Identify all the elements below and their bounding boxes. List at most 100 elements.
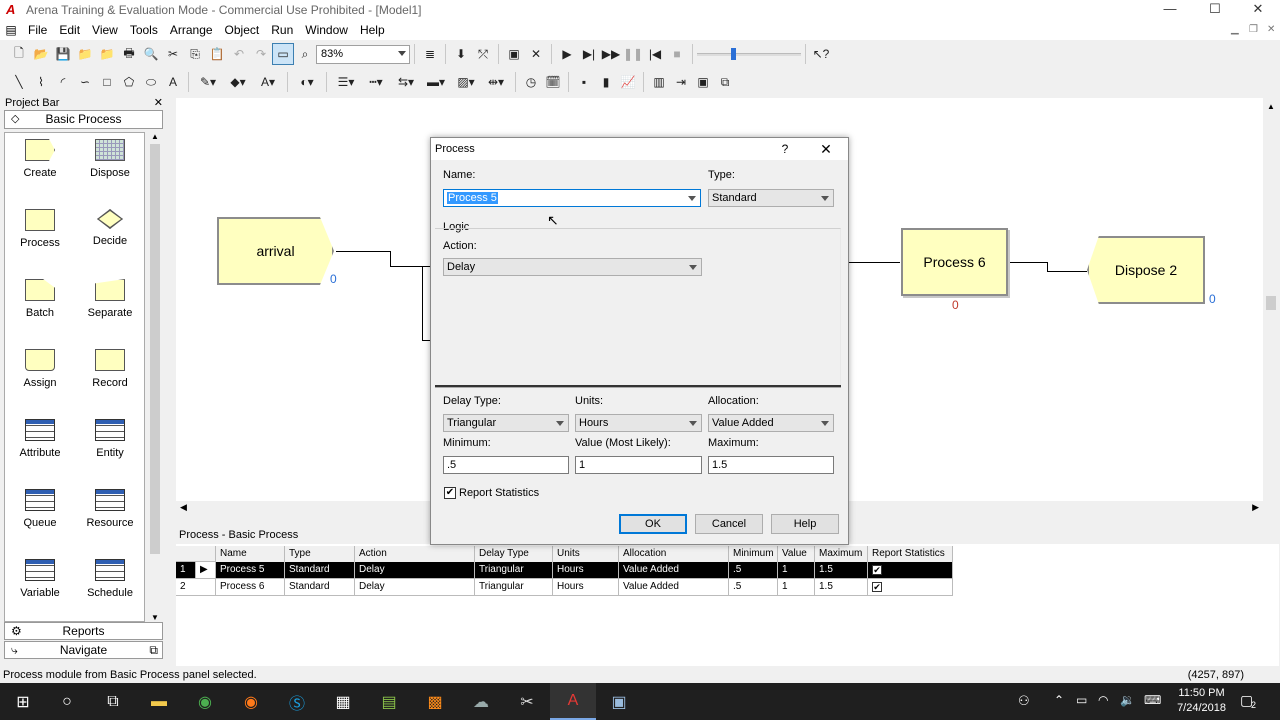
cell-delay-type[interactable]: Triangular <box>475 562 553 579</box>
module-process[interactable]: Process <box>5 209 75 249</box>
battery-icon[interactable]: ▭ <box>1076 693 1087 707</box>
snipping-tool-icon[interactable]: ✂ <box>504 683 550 720</box>
menu-object[interactable]: Object <box>219 20 266 40</box>
scroll-left-icon[interactable]: ◀ <box>180 502 187 513</box>
checkbox[interactable]: ✔ <box>872 565 882 575</box>
arc-tool-icon[interactable]: ◜ <box>52 71 74 93</box>
box-tool-icon[interactable]: □ <box>96 71 118 93</box>
task-view-icon[interactable]: ⧉ <box>90 683 136 720</box>
col-header[interactable]: Action <box>355 546 475 563</box>
date-icon[interactable]: 🗓 <box>542 71 564 93</box>
chevron-up-icon[interactable]: ⌃ <box>1054 693 1064 707</box>
windows-start-icon[interactable]: ⊞ <box>0 683 46 720</box>
notepad-icon[interactable]: ▤ <box>366 683 412 720</box>
cell-value[interactable]: 1 <box>778 562 815 579</box>
menu-view[interactable]: View <box>86 20 124 40</box>
module-attribute[interactable]: Attribute <box>5 419 75 459</box>
module-assign[interactable]: Assign <box>5 349 75 389</box>
menu-tools[interactable]: Tools <box>124 20 164 40</box>
firefox-icon[interactable]: ◉ <box>228 683 274 720</box>
canvas-vertical-scrollbar[interactable]: ▲ <box>1263 98 1279 501</box>
animation-speed-slider[interactable] <box>697 44 801 64</box>
module-record[interactable]: Record <box>75 349 145 389</box>
connector[interactable] <box>1047 262 1048 271</box>
fill-color-icon[interactable]: ◆▾ <box>223 71 253 93</box>
menu-edit[interactable]: Edit <box>53 20 86 40</box>
menu-file[interactable]: File <box>22 20 53 40</box>
menu-help[interactable]: Help <box>354 20 391 40</box>
cell-minimum[interactable]: .5 <box>729 579 778 596</box>
chevron-down-icon[interactable] <box>688 196 696 201</box>
cell-name[interactable]: Process 5 <box>216 562 285 579</box>
fill-pattern-icon[interactable]: ▨▾ <box>451 71 481 93</box>
connector[interactable] <box>422 266 423 340</box>
cell-allocation[interactable]: Value Added <box>619 579 729 596</box>
cell-action[interactable]: Delay <box>355 579 475 596</box>
bezier-tool-icon[interactable]: ∽ <box>74 71 96 93</box>
col-header[interactable]: Type <box>285 546 355 563</box>
col-header[interactable]: Units <box>553 546 619 563</box>
cut-icon[interactable]: ✂ <box>162 43 184 65</box>
view-region-icon[interactable]: ▭ <box>272 43 294 65</box>
scroll-down-icon[interactable]: ▼ <box>148 613 162 622</box>
project-bar-close-icon[interactable]: ✕ <box>154 96 163 110</box>
cell-value[interactable]: 1 <box>778 579 815 596</box>
palette-scrollbar[interactable]: ▲ ▼ <box>148 132 162 622</box>
module-dispose[interactable]: Dispose <box>75 139 145 179</box>
checkbox[interactable]: ✔ <box>872 582 882 592</box>
paste-icon[interactable]: 📋 <box>206 43 228 65</box>
module-queue[interactable]: Queue <box>5 489 75 529</box>
context-help-icon[interactable]: ↖? <box>810 43 832 65</box>
people-icon[interactable]: ⚇ <box>1018 693 1030 709</box>
module-separate[interactable]: Separate <box>75 279 145 319</box>
animate-connectors-icon[interactable]: ▣ <box>503 43 525 65</box>
doc-restore-icon[interactable]: ❐ <box>1249 24 1258 35</box>
app-icon[interactable]: ▩ <box>412 683 458 720</box>
slider-thumb[interactable] <box>731 48 736 60</box>
col-header[interactable]: Allocation <box>619 546 729 563</box>
connect-icon[interactable]: ⬇ <box>450 43 472 65</box>
line-tool-icon[interactable]: ╲ <box>8 71 30 93</box>
fast-forward-icon[interactable]: ▶▶ <box>600 43 622 65</box>
polyline-tool-icon[interactable]: ⌇ <box>30 71 52 93</box>
template-attach-icon[interactable]: 📁 <box>74 43 96 65</box>
keyboard-icon[interactable]: ⌨ <box>1144 693 1161 707</box>
module-arrival[interactable]: arrival <box>217 217 334 285</box>
file-explorer-icon[interactable]: ▬ <box>136 683 182 720</box>
module-create[interactable]: Create <box>5 139 75 179</box>
doc-close-icon[interactable]: ✕ <box>1267 24 1275 35</box>
units-select[interactable]: Hours <box>575 414 702 432</box>
template-detach-icon[interactable]: 📁 <box>96 43 118 65</box>
reports-panel-header[interactable]: ⚙ Reports <box>4 622 163 640</box>
undo-icon[interactable]: ↶ <box>228 43 250 65</box>
connector[interactable] <box>336 251 390 252</box>
volume-icon[interactable]: 🔉 <box>1120 693 1135 707</box>
most-likely-input[interactable]: 1 <box>575 456 702 474</box>
scroll-thumb[interactable] <box>1266 296 1276 310</box>
text-tool-icon[interactable]: A <box>162 71 184 93</box>
network-app-icon[interactable]: ☁ <box>458 683 504 720</box>
thumbnail-icon[interactable]: ⧉ <box>149 642 158 658</box>
print-preview-icon[interactable]: 🔍 <box>140 43 162 65</box>
cancel-button[interactable]: Cancel <box>695 514 763 534</box>
plot-icon[interactable]: 📈 <box>617 71 639 93</box>
connector[interactable] <box>1010 262 1048 263</box>
redo-icon[interactable]: ↷ <box>250 43 272 65</box>
copy-icon[interactable]: ⎘ <box>184 43 206 65</box>
cortana-icon[interactable]: ○ <box>44 683 90 720</box>
cell-allocation[interactable]: Value Added <box>619 562 729 579</box>
splitter[interactable] <box>168 96 176 666</box>
cell-name[interactable]: Process 6 <box>216 579 285 596</box>
variable-display-icon[interactable]: ▪ <box>573 71 595 93</box>
resource-animation-icon[interactable]: ▣ <box>692 71 714 93</box>
module-schedule[interactable]: Schedule <box>75 559 145 599</box>
ellipse-tool-icon[interactable]: ⬭ <box>140 71 162 93</box>
line-style-icon[interactable]: ┅▾ <box>361 71 391 93</box>
document-icon[interactable]: ▤ <box>0 23 22 37</box>
clock-icon[interactable]: ◷ <box>520 71 542 93</box>
cell-delay-type[interactable]: Triangular <box>475 579 553 596</box>
arrow-style-icon[interactable]: ⇆▾ <box>391 71 421 93</box>
scroll-thumb[interactable] <box>150 144 160 554</box>
type-select[interactable]: Standard <box>708 189 834 207</box>
col-header[interactable]: Report Statistics <box>868 546 953 563</box>
